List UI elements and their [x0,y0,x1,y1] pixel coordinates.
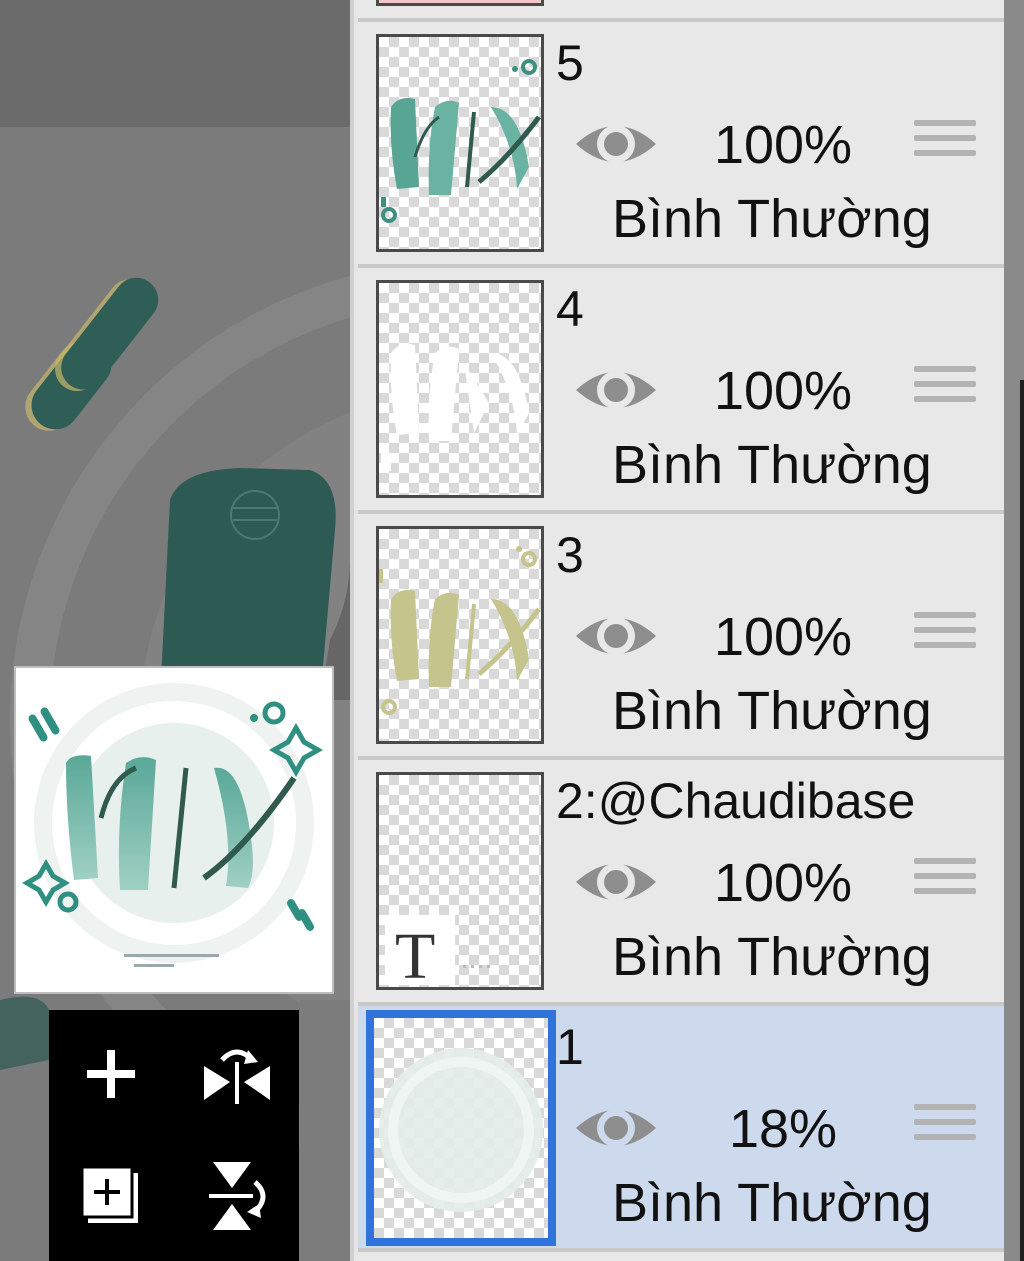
layer-opacity[interactable]: 100% [688,364,878,418]
layer-row-5[interactable]: 5 100% Bình Thường [358,22,1004,264]
flip-horizontal-button[interactable] [187,1024,287,1124]
add-copy-icon [80,1165,138,1223]
layer-thumbnail [376,526,544,744]
plus-icon [87,1050,135,1098]
canvas-preview-thumbnail[interactable] [14,666,334,994]
add-layer-button[interactable] [61,1024,161,1124]
duplicate-layer-button[interactable] [61,1146,161,1246]
layer-tools-panel [49,1010,299,1261]
layer-blend-mode[interactable]: Bình Thường [612,192,932,246]
eye-icon[interactable] [572,360,660,420]
eye-icon[interactable] [572,852,660,912]
layer-divider [358,1248,1004,1252]
layer-blend-mode[interactable]: Bình Thường [612,930,932,984]
layer-blend-mode[interactable]: Bình Thường [612,684,932,738]
layer-opacity[interactable]: 18% [688,1102,878,1156]
flip-vertical-icon [209,1162,266,1230]
layer-row-2[interactable]: T 2:@Chaudibase 100% Bình Thường [358,760,1004,1002]
preview-artwork [22,683,324,967]
layer-thumbnail [376,280,544,498]
flip-vertical-button[interactable] [187,1146,287,1246]
eye-icon[interactable] [572,1098,660,1158]
layer-name: 1 [556,1019,584,1075]
layer-row-partial[interactable] [358,0,1004,20]
eye-icon[interactable] [572,114,660,174]
flip-horizontal-icon [204,1049,270,1104]
layer-row-1[interactable]: 1 18% Bình Thường [358,1006,1004,1248]
layer-blend-mode[interactable]: Bình Thường [612,438,932,492]
layer-row-partial[interactable] [358,1254,1004,1261]
layer-opacity[interactable]: 100% [688,856,878,910]
layer-name: 4 [556,281,584,337]
layer-thumbnail [376,34,544,252]
layer-row-3[interactable]: 3 100% Bình Thường [358,514,1004,756]
layer-opacity[interactable]: 100% [688,118,878,172]
layer-blend-mode[interactable]: Bình Thường [612,1176,932,1230]
drag-handle-icon[interactable] [914,120,976,176]
canvas-right-edge [1004,0,1024,1261]
layer-name: 2:@Chaudibase [556,773,916,829]
layer-name: 3 [556,527,584,583]
layer-thumbnail: T [376,772,544,990]
eye-icon[interactable] [572,606,660,666]
drag-handle-icon[interactable] [914,366,976,422]
drag-handle-icon[interactable] [914,858,976,914]
layer-row-4[interactable]: 4 100% Bình Thường [358,268,1004,510]
layers-panel: 5 100% Bình Thường 4 100% Bình Thường 3 … [350,0,1004,1261]
canvas-area[interactable] [0,0,350,1261]
layer-thumbnail-selected [366,1010,556,1246]
layer-thumbnail-partial [376,0,544,6]
layer-opacity[interactable]: 100% [688,610,878,664]
text-layer-icon: T [395,920,435,987]
drag-handle-icon[interactable] [914,1104,976,1160]
layer-name: 5 [556,35,584,91]
drag-handle-icon[interactable] [914,612,976,668]
